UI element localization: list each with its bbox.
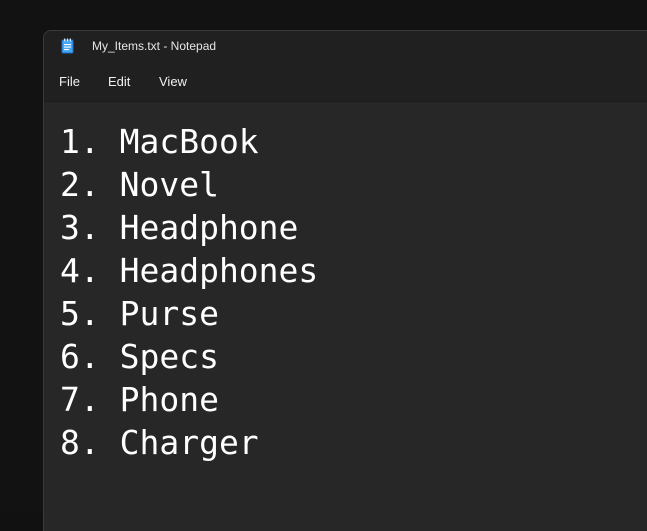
menu-bar: File Edit View (44, 63, 647, 101)
title-bar[interactable]: My_Items.txt - Notepad (44, 31, 647, 63)
menu-file[interactable]: File (59, 74, 80, 89)
menu-edit[interactable]: Edit (108, 74, 130, 89)
document-line: 7. Phone (60, 380, 219, 419)
notepad-icon (61, 38, 74, 54)
text-editor-area[interactable]: 1. MacBook 2. Novel 3. Headphone 4. Head… (44, 101, 647, 531)
document-line: 8. Charger (60, 423, 259, 462)
document-line: 3. Headphone (60, 208, 299, 247)
document-line: 1. MacBook (60, 122, 259, 161)
document-line: 6. Specs (60, 337, 219, 376)
window-title: My_Items.txt - Notepad (92, 39, 217, 53)
notepad-window: My_Items.txt - Notepad File Edit View 1.… (43, 30, 647, 531)
menu-view[interactable]: View (159, 74, 187, 89)
document-line: 4. Headphones (60, 251, 319, 290)
document-line: 5. Purse (60, 294, 219, 333)
document-line: 2. Novel (60, 165, 219, 204)
document-text[interactable]: 1. MacBook 2. Novel 3. Headphone 4. Head… (60, 120, 318, 464)
